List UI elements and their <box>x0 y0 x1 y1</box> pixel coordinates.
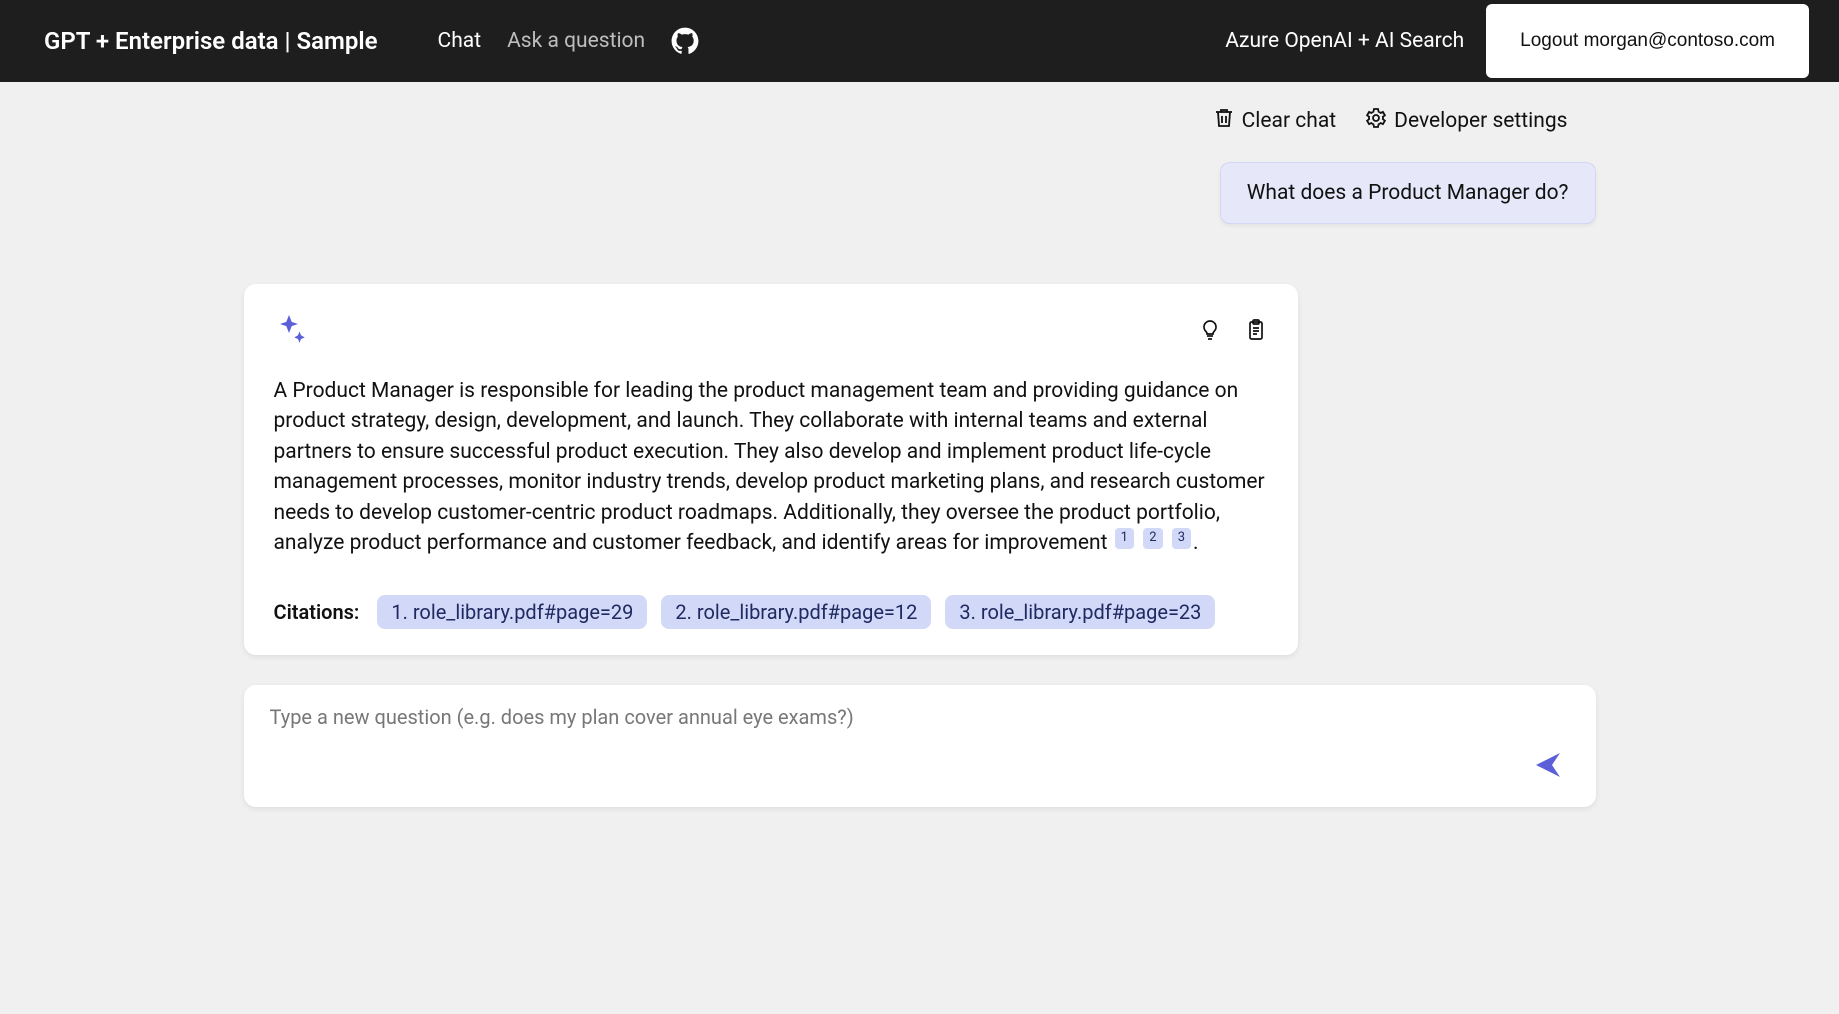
clipboard-icon[interactable] <box>1244 318 1268 342</box>
chat-area: Clear chat Developer settings What does … <box>200 82 1640 1014</box>
assistant-answer: A Product Manager is responsible for lea… <box>274 376 1269 559</box>
user-message-row: What does a Product Manager do? <box>244 162 1596 224</box>
gear-icon <box>1364 106 1388 136</box>
top-nav: Chat Ask a question <box>438 27 700 55</box>
assistant-message-row: A Product Manager is responsible for lea… <box>244 284 1596 655</box>
inline-citation-2[interactable]: 2 <box>1143 528 1162 549</box>
assistant-card: A Product Manager is responsible for lea… <box>244 284 1299 655</box>
question-input-card <box>244 685 1596 807</box>
trash-icon <box>1212 106 1236 136</box>
developer-settings-button[interactable]: Developer settings <box>1364 106 1567 136</box>
question-input[interactable] <box>270 705 1526 765</box>
nav-chat[interactable]: Chat <box>438 29 482 53</box>
sparkles-icon <box>274 312 310 348</box>
citation-2[interactable]: 2. role_library.pdf#page=12 <box>661 595 931 629</box>
logout-button[interactable]: Logout morgan@contoso.com <box>1486 4 1809 78</box>
citation-1[interactable]: 1. role_library.pdf#page=29 <box>377 595 647 629</box>
chat-toolbar: Clear chat Developer settings <box>244 82 1596 152</box>
header-tagline: Azure OpenAI + AI Search <box>1225 29 1464 53</box>
user-message-bubble: What does a Product Manager do? <box>1220 162 1596 224</box>
clear-chat-button[interactable]: Clear chat <box>1212 106 1337 136</box>
github-icon[interactable] <box>671 27 699 55</box>
assistant-card-header <box>274 312 1269 348</box>
citations-label: Citations: <box>274 600 360 624</box>
citation-3[interactable]: 3. role_library.pdf#page=23 <box>945 595 1215 629</box>
lightbulb-icon[interactable] <box>1198 318 1222 342</box>
nav-ask-question[interactable]: Ask a question <box>507 29 645 53</box>
assistant-actions <box>1198 318 1268 342</box>
citations-row: Citations: 1. role_library.pdf#page=29 2… <box>274 595 1269 629</box>
inline-citation-1[interactable]: 1 <box>1115 528 1134 549</box>
app-header: GPT + Enterprise data | Sample Chat Ask … <box>0 0 1839 82</box>
send-button[interactable] <box>1526 743 1570 787</box>
inline-citation-3[interactable]: 3 <box>1172 528 1191 549</box>
developer-settings-label: Developer settings <box>1394 109 1567 133</box>
app-title: GPT + Enterprise data | Sample <box>44 27 378 55</box>
answer-period: . <box>1193 531 1199 555</box>
clear-chat-label: Clear chat <box>1242 109 1337 133</box>
